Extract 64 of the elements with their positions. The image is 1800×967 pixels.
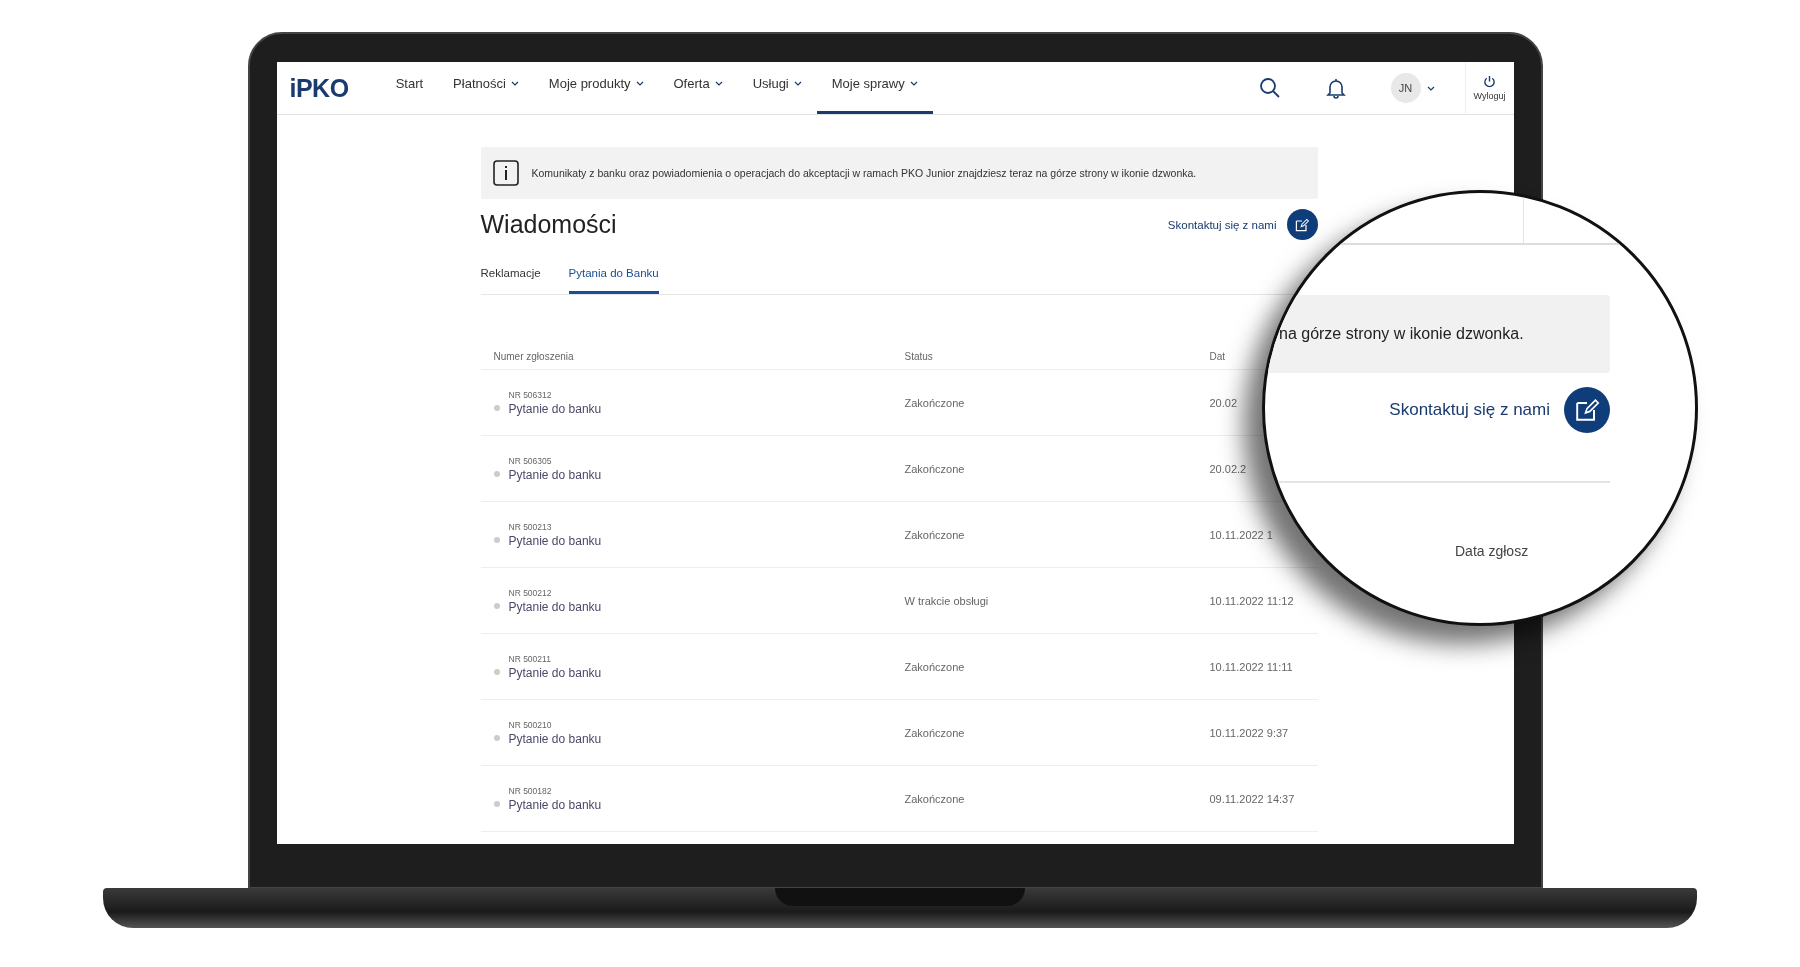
power-icon [1483,75,1497,88]
caret-icon[interactable] [1426,85,1435,91]
info-message: Komunikaty z banku oraz powiadomienia o operacjach do akceptacji w ramach PKO Junior znajdziesz teraz na górze strony w ikonie dzwonka. [531,167,1197,179]
contact-link[interactable]: Skontaktuj się z nami [1167,218,1277,231]
column-header: Numer zgłoszenia [492,351,575,362]
status-text: Zakończone [904,660,966,673]
user-avatar[interactable]: JN [1390,73,1421,103]
request-subject: Pytanie do banku [508,599,602,614]
nav-menu-item[interactable]: Moje produkty [533,62,659,114]
compose-button[interactable] [1286,209,1318,240]
nav-menu-item[interactable]: Moje sprawy [816,62,933,114]
request-number: NR 500213 [508,521,553,532]
logout-button[interactable]: Wyloguj [1464,62,1514,114]
compose-button[interactable] [1564,387,1610,433]
bullet-icon [493,602,500,609]
request-subject: Pytanie do banku [508,797,602,812]
request-subject: Pytanie do banku [508,731,602,746]
column-header: Data zgłosz [1455,543,1529,559]
page-title: Wiadomości [480,210,618,239]
nav-menu-item[interactable]: Start [380,62,439,114]
bullet-icon [493,668,500,675]
request-number: NR 500182 [508,785,553,796]
request-subject: Pytanie do banku [508,401,602,416]
nav-menu-item[interactable]: Płatności [438,62,534,114]
date-text: 10.11.2022 1 [1209,528,1274,541]
status-text: Zakończone [904,396,966,409]
info-icon [492,160,519,186]
date-text: 10.11.2022 11:12 [1209,594,1295,607]
status-text: Zakończone [904,726,966,739]
request-subject: Pytanie do banku [508,467,602,482]
bullet-icon [493,734,500,741]
edit-icon [1294,216,1310,233]
request-number: NR 500212 [508,587,553,598]
date-text: 10.11.2022 11:11 [1209,660,1294,673]
tab[interactable]: Pytania do Banku [568,261,659,294]
date-text: 09.11.2022 14:37 [1209,792,1296,805]
info-message: na górze strony w ikonie dzwonka. [1279,325,1524,343]
date-text: 10.11.2022 9:37 [1209,726,1290,739]
status-text: W trakcie obsługi [904,594,990,607]
search-icon[interactable] [1258,77,1281,99]
nav-menu-item[interactable]: Usługi [737,62,817,114]
date-text: 20.02.2 [1209,462,1248,475]
request-subject: Pytanie do banku [508,533,602,548]
column-header: Dat [1209,351,1227,362]
request-number: NR 506305 [508,455,553,466]
status-text: Zakończone [904,462,966,475]
bullet-icon [493,800,500,807]
bullet-icon [493,404,500,411]
status-text: Zakończone [904,528,966,541]
logo[interactable]: iPKO [289,73,349,103]
request-subject: Pytanie do banku [508,665,602,680]
bullet-icon [493,536,500,543]
column-header: Status [904,351,934,362]
tab[interactable]: Reklamacje [480,261,541,294]
date-text: 20.02 [1209,396,1239,409]
request-number: NR 506312 [508,389,553,400]
bullet-icon [493,470,500,477]
request-number: NR 500211 [508,653,552,664]
contact-link[interactable]: Skontaktuj się z nami [1389,400,1550,420]
status-text: Zakończone [904,792,966,805]
request-number: NR 500210 [508,719,553,730]
nav-menu-item[interactable]: Oferta [658,62,738,114]
edit-icon [1573,396,1601,424]
bell-icon[interactable] [1324,77,1347,99]
